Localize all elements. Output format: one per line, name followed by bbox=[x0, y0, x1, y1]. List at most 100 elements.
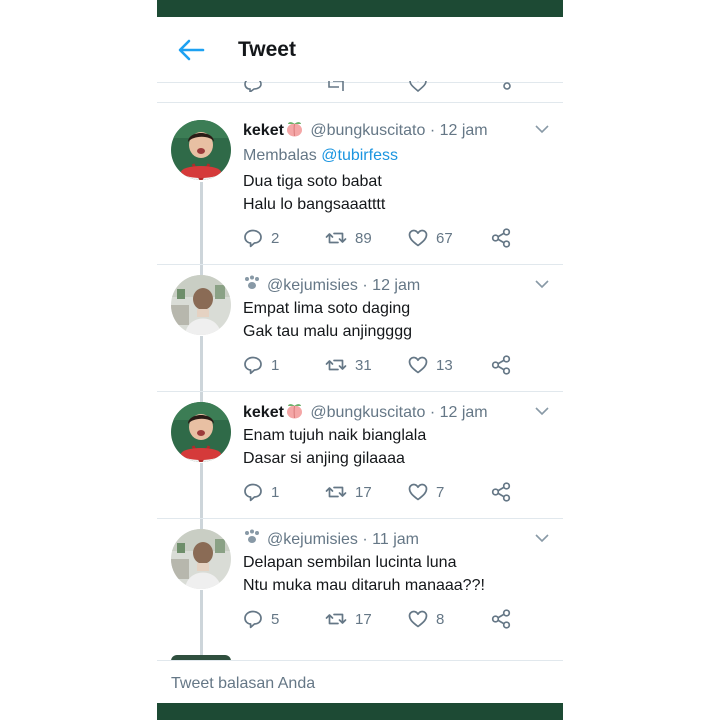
share-icon bbox=[491, 355, 511, 375]
divider bbox=[157, 264, 563, 265]
tweet-actions: 1 31 13 bbox=[243, 354, 523, 376]
share-button[interactable] bbox=[491, 227, 511, 249]
reply-count: 1 bbox=[271, 483, 280, 501]
back-arrow-icon[interactable] bbox=[177, 39, 205, 61]
display-name[interactable]: keket bbox=[243, 404, 284, 421]
chevron-down-icon[interactable] bbox=[535, 124, 549, 134]
replying-to: Membalas @tubirfess bbox=[243, 147, 398, 165]
like-count: 8 bbox=[436, 610, 445, 628]
divider bbox=[157, 391, 563, 392]
tweet-actions: 2 89 67 bbox=[243, 227, 523, 249]
share-icon bbox=[491, 228, 511, 248]
retweet-count: 17 bbox=[355, 483, 372, 501]
bottom-nav-bar bbox=[157, 703, 563, 720]
timestamp[interactable]: 12 jam bbox=[440, 122, 488, 139]
heart-icon bbox=[408, 483, 428, 501]
avatar[interactable] bbox=[171, 529, 231, 589]
app-header: Tweet bbox=[157, 17, 563, 81]
timestamp[interactable]: 12 jam bbox=[440, 404, 488, 421]
tweet-text-line: Ntu muka mau ditaruh manaaa??! bbox=[243, 577, 485, 594]
avatar[interactable] bbox=[171, 275, 231, 335]
tweet[interactable]: @kejumisies · 11 jam Delapan sembilan lu… bbox=[157, 529, 563, 639]
retweet-button[interactable]: 17 bbox=[325, 608, 372, 630]
chevron-down-icon[interactable] bbox=[535, 279, 549, 289]
like-button[interactable]: 7 bbox=[408, 481, 444, 503]
retweet-icon bbox=[325, 613, 347, 625]
paw-print-icon bbox=[245, 529, 259, 543]
reply-button[interactable]: 1 bbox=[243, 354, 279, 376]
retweet-icon[interactable] bbox=[325, 81, 347, 92]
replying-label: Membalas bbox=[243, 147, 317, 164]
reply-icon bbox=[244, 610, 262, 629]
avatar-image bbox=[171, 529, 231, 589]
tweet-actions: 5 17 8 bbox=[243, 608, 523, 630]
retweet-button[interactable]: 89 bbox=[325, 227, 372, 249]
peach-emoji-icon bbox=[286, 122, 302, 137]
avatar-image bbox=[171, 402, 231, 462]
reply-count: 5 bbox=[271, 610, 280, 628]
reply-count: 2 bbox=[271, 229, 280, 247]
tweet-text: Enam tujuh naik bianglala Dasar si anjin… bbox=[243, 424, 426, 470]
tweet-header: keket @bungkuscitato · 12 jam bbox=[243, 402, 488, 424]
tweet[interactable]: keket @bungkuscitato · 12 jam Enam tujuh… bbox=[157, 402, 563, 512]
like-button[interactable]: 13 bbox=[408, 354, 453, 376]
reply-count: 1 bbox=[271, 356, 280, 374]
tweet[interactable]: keket @bungkuscitato · 12 jam Membalas @… bbox=[157, 120, 563, 255]
previous-tweet-actions-peek bbox=[157, 81, 563, 103]
reply-button[interactable]: 5 bbox=[243, 608, 279, 630]
reply-button[interactable]: 2 bbox=[243, 227, 279, 249]
tweet[interactable]: @kejumisies · 12 jam Empat lima soto dag… bbox=[157, 275, 563, 385]
like-count: 13 bbox=[436, 356, 453, 374]
avatar-image bbox=[171, 120, 231, 180]
mention-link[interactable]: @tubirfess bbox=[321, 147, 398, 164]
chevron-down-icon[interactable] bbox=[535, 533, 549, 543]
user-handle[interactable]: @bungkuscitato bbox=[310, 404, 425, 421]
separator-dot: · bbox=[362, 277, 368, 294]
retweet-button[interactable]: 31 bbox=[325, 354, 372, 376]
tweet-header: @kejumisies · 11 jam bbox=[243, 529, 419, 551]
paw-print-icon bbox=[245, 275, 259, 289]
reply-button[interactable]: 1 bbox=[243, 481, 279, 503]
share-icon bbox=[491, 609, 511, 629]
reply-icon[interactable] bbox=[243, 81, 263, 92]
retweet-button[interactable]: 17 bbox=[325, 481, 372, 503]
user-handle[interactable]: @kejumisies bbox=[267, 277, 358, 294]
retweet-count: 17 bbox=[355, 610, 372, 628]
retweet-count: 89 bbox=[355, 229, 372, 247]
tweet-text: Dua tiga soto babat Halu lo bangsaaatttt bbox=[243, 170, 385, 216]
heart-icon[interactable] bbox=[408, 81, 428, 92]
avatar[interactable] bbox=[171, 402, 231, 462]
page-title: Tweet bbox=[238, 38, 296, 61]
top-status-bar bbox=[157, 0, 563, 17]
user-handle[interactable]: @bungkuscitato bbox=[310, 122, 425, 139]
share-button[interactable] bbox=[491, 608, 511, 630]
heart-icon bbox=[408, 610, 428, 628]
retweet-icon bbox=[325, 359, 347, 371]
reply-composer bbox=[157, 660, 563, 703]
tweet-text: Delapan sembilan lucinta luna Ntu muka m… bbox=[243, 551, 485, 597]
reply-input[interactable] bbox=[171, 673, 541, 695]
share-button[interactable] bbox=[491, 354, 511, 376]
share-icon[interactable] bbox=[491, 81, 511, 92]
tweet-actions: 1 17 7 bbox=[243, 481, 523, 503]
separator-dot: · bbox=[429, 122, 436, 139]
timestamp[interactable]: 12 jam bbox=[372, 277, 420, 294]
user-handle[interactable]: @kejumisies bbox=[267, 531, 358, 548]
share-button[interactable] bbox=[491, 481, 511, 503]
chevron-down-icon[interactable] bbox=[535, 406, 549, 416]
retweet-count: 31 bbox=[355, 356, 372, 374]
like-button[interactable]: 8 bbox=[408, 608, 444, 630]
peach-emoji-icon bbox=[286, 404, 302, 419]
like-count: 67 bbox=[436, 229, 453, 247]
share-icon bbox=[491, 482, 511, 502]
tweet-text-line: Enam tujuh naik bianglala bbox=[243, 427, 427, 444]
like-button[interactable]: 67 bbox=[408, 227, 453, 249]
timestamp[interactable]: 11 jam bbox=[372, 531, 419, 548]
avatar[interactable] bbox=[171, 120, 231, 180]
retweet-icon bbox=[325, 232, 347, 244]
display-name[interactable]: keket bbox=[243, 122, 284, 139]
divider bbox=[157, 102, 563, 103]
reply-icon bbox=[244, 483, 262, 502]
tweet-text-line: Dua tiga soto babat bbox=[243, 173, 382, 190]
separator-dot: · bbox=[362, 531, 368, 548]
